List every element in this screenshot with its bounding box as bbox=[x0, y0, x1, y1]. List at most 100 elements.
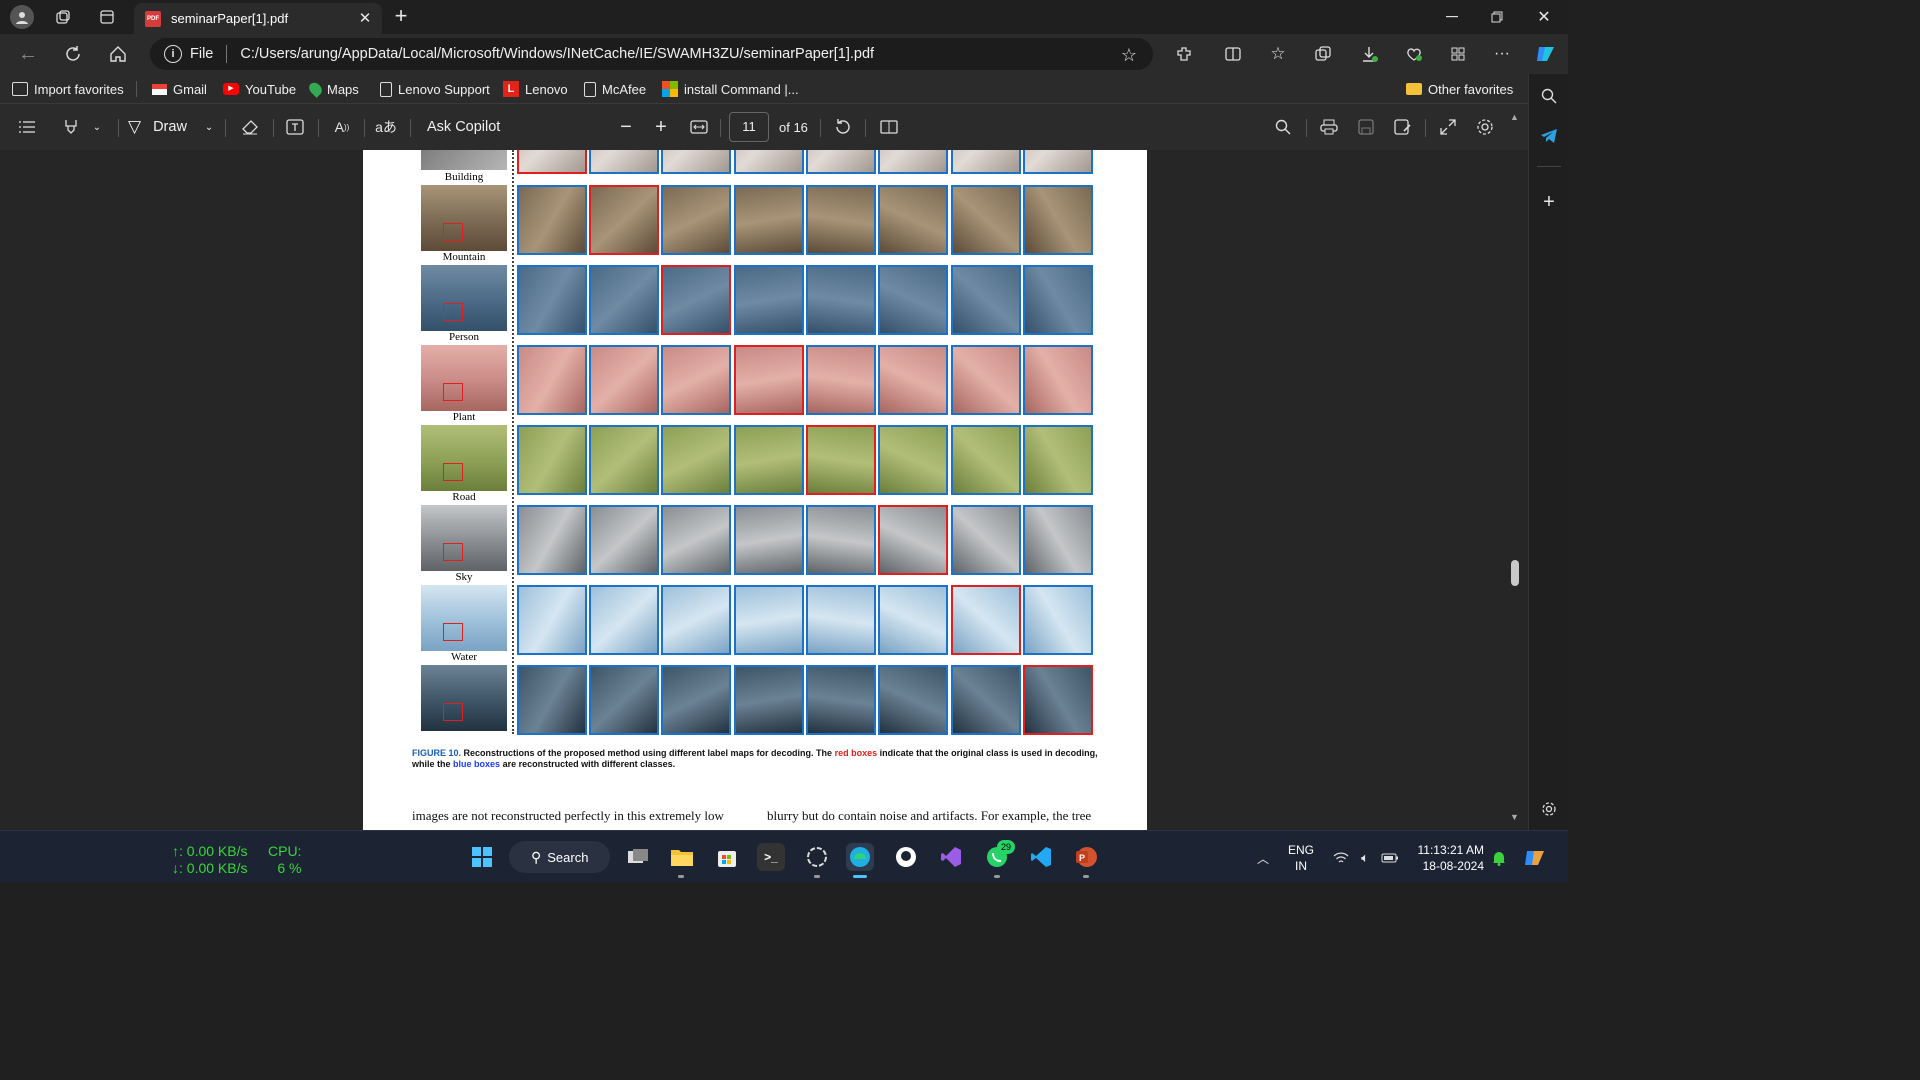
favorites-icon[interactable]: ☆ bbox=[1266, 42, 1290, 66]
fav-gmail[interactable]: Gmail bbox=[152, 74, 207, 104]
volume-icon[interactable]: 🔈︎ bbox=[1355, 848, 1375, 868]
lenovo-icon: L bbox=[503, 81, 519, 97]
add-sidebar-app-icon[interactable]: + bbox=[1537, 190, 1561, 214]
highlight-icon[interactable] bbox=[60, 116, 82, 138]
chevron-down-icon: ⌄ bbox=[204, 121, 214, 133]
figure-caption: FIGURE 10. Reconstructions of the propos… bbox=[412, 748, 1098, 769]
rotate-icon[interactable] bbox=[832, 116, 854, 138]
extensions-icon[interactable] bbox=[1172, 42, 1196, 66]
copilot-taskbar-icon[interactable] bbox=[1522, 845, 1548, 871]
net-up: ↑: 0.00 KB/s bbox=[172, 843, 248, 859]
erase-icon[interactable] bbox=[239, 116, 261, 138]
active-tab[interactable]: PDF seminarPaper[1].pdf ✕ bbox=[134, 3, 382, 34]
fav-lenovo[interactable]: L Lenovo bbox=[503, 74, 568, 104]
save-icon[interactable] bbox=[1355, 116, 1377, 138]
draw-button[interactable]: ▽ Draw ⌄ bbox=[128, 104, 213, 150]
fav-import-favorites[interactable]: Import favorites bbox=[12, 74, 124, 104]
vscode-icon[interactable] bbox=[1027, 843, 1055, 871]
task-view-icon[interactable] bbox=[624, 843, 652, 871]
microsoft-store-icon[interactable] bbox=[713, 843, 741, 871]
fit-width-icon[interactable] bbox=[688, 116, 710, 138]
favorite-star-icon[interactable]: ☆ bbox=[1118, 44, 1140, 66]
file-explorer-icon[interactable] bbox=[668, 843, 696, 871]
chatgpt-icon[interactable] bbox=[803, 843, 831, 871]
reconstruction-cell bbox=[661, 150, 731, 174]
tray-overflow-icon[interactable]: ︿ bbox=[1253, 848, 1273, 868]
close-tab-icon[interactable]: ✕ bbox=[356, 9, 374, 27]
search-icon[interactable] bbox=[1537, 84, 1561, 108]
url-text[interactable]: C:/Users/arung/AppData/Local/Microsoft/W… bbox=[240, 46, 874, 62]
toolbar-separator bbox=[720, 119, 721, 137]
scroll-down-arrow[interactable]: ▼ bbox=[1510, 812, 1519, 822]
toolbar-separator bbox=[118, 119, 119, 137]
apps-icon[interactable] bbox=[1446, 42, 1470, 66]
visual-studio-icon[interactable] bbox=[937, 843, 965, 871]
read-aloud-icon[interactable]: A)) bbox=[330, 116, 354, 138]
battery-icon[interactable] bbox=[1380, 848, 1400, 868]
workspaces-icon[interactable] bbox=[52, 6, 74, 28]
split-screen-icon[interactable] bbox=[1221, 42, 1245, 66]
vertical-scrollbar[interactable]: ▲ ▼ bbox=[1508, 112, 1522, 827]
toolbar-separator bbox=[273, 119, 274, 137]
collections-icon[interactable] bbox=[1311, 42, 1335, 66]
contents-icon[interactable] bbox=[16, 116, 38, 138]
copilot-icon[interactable] bbox=[1532, 40, 1560, 68]
info-icon[interactable]: i bbox=[164, 45, 182, 63]
notification-bell-icon[interactable] bbox=[1489, 848, 1509, 868]
wifi-icon[interactable] bbox=[1331, 848, 1351, 868]
fav-lenovo-support[interactable]: Lenovo Support bbox=[380, 74, 490, 104]
caption-red-text: red boxes bbox=[834, 748, 878, 758]
page-number-input[interactable]: 11 bbox=[729, 112, 769, 142]
settings-icon[interactable] bbox=[1474, 116, 1496, 138]
page-total-label: of 16 bbox=[779, 119, 808, 135]
telegram-icon[interactable] bbox=[1537, 124, 1561, 148]
highlight-dropdown-icon[interactable]: ⌄ bbox=[90, 119, 104, 135]
refresh-icon[interactable] bbox=[61, 42, 85, 66]
start-button[interactable] bbox=[468, 843, 496, 871]
ask-copilot-button[interactable]: Ask Copilot bbox=[427, 104, 500, 150]
powerpoint-icon[interactable]: P bbox=[1072, 843, 1100, 871]
browser-essentials-icon[interactable] bbox=[1402, 42, 1426, 66]
zoom-in-icon[interactable]: + bbox=[650, 116, 672, 138]
translate-icon[interactable]: aあ bbox=[374, 116, 398, 138]
file-scheme-label: File bbox=[190, 46, 214, 62]
profile-avatar[interactable] bbox=[10, 5, 34, 29]
fav-other-favorites[interactable]: Other favorites bbox=[1406, 74, 1513, 104]
fav-install-command[interactable]: install Command |... bbox=[662, 74, 799, 104]
language-indicator[interactable]: ENG IN bbox=[1288, 842, 1314, 874]
terminal-icon[interactable]: >_ bbox=[757, 843, 785, 871]
taskbar-search[interactable]: ⚲ Search bbox=[509, 841, 610, 873]
pdf-viewer[interactable]: Building Mountain Person Plant Road Sky Water … bbox=[0, 150, 1528, 830]
print-icon[interactable] bbox=[1318, 116, 1340, 138]
fav-youtube[interactable]: ▶ YouTube bbox=[223, 74, 296, 104]
page-view-icon[interactable] bbox=[878, 116, 900, 138]
new-tab-icon[interactable]: + bbox=[390, 3, 412, 28]
clock[interactable]: 11:13:21 AM 18-08-2024 bbox=[1412, 842, 1485, 874]
scroll-thumb[interactable] bbox=[1511, 560, 1519, 586]
fav-mcafee[interactable]: McAfee bbox=[584, 74, 646, 104]
restore-icon[interactable] bbox=[1485, 5, 1509, 29]
vertical-tabs-icon[interactable] bbox=[96, 6, 118, 28]
find-icon[interactable] bbox=[1272, 116, 1294, 138]
sidebar-settings-icon[interactable] bbox=[1537, 797, 1561, 821]
close-window-icon[interactable]: ✕ bbox=[1532, 5, 1556, 29]
reconstruction-cell bbox=[661, 265, 731, 335]
address-bar[interactable]: i File C:/Users/arung/AppData/Local/Micr… bbox=[150, 38, 1153, 70]
edge-browser-icon[interactable] bbox=[846, 843, 874, 871]
scroll-up-arrow[interactable]: ▲ bbox=[1510, 112, 1519, 122]
reconstruction-cell bbox=[517, 265, 587, 335]
zoom-out-icon[interactable]: − bbox=[615, 116, 637, 138]
reconstruction-cell bbox=[589, 425, 659, 495]
add-text-icon[interactable] bbox=[284, 116, 306, 138]
back-icon[interactable]: ← bbox=[16, 42, 40, 66]
fullscreen-icon[interactable] bbox=[1437, 116, 1459, 138]
home-icon[interactable] bbox=[106, 42, 130, 66]
fav-maps[interactable]: Maps bbox=[306, 74, 359, 104]
reconstruction-cell bbox=[878, 345, 948, 415]
reconstruction-cell bbox=[951, 345, 1021, 415]
github-icon[interactable] bbox=[892, 843, 920, 871]
save-as-icon[interactable] bbox=[1392, 116, 1414, 138]
downloads-icon[interactable] bbox=[1357, 42, 1381, 66]
minimize-icon[interactable] bbox=[1440, 5, 1464, 29]
more-options-icon[interactable]: ··· bbox=[1490, 42, 1514, 66]
